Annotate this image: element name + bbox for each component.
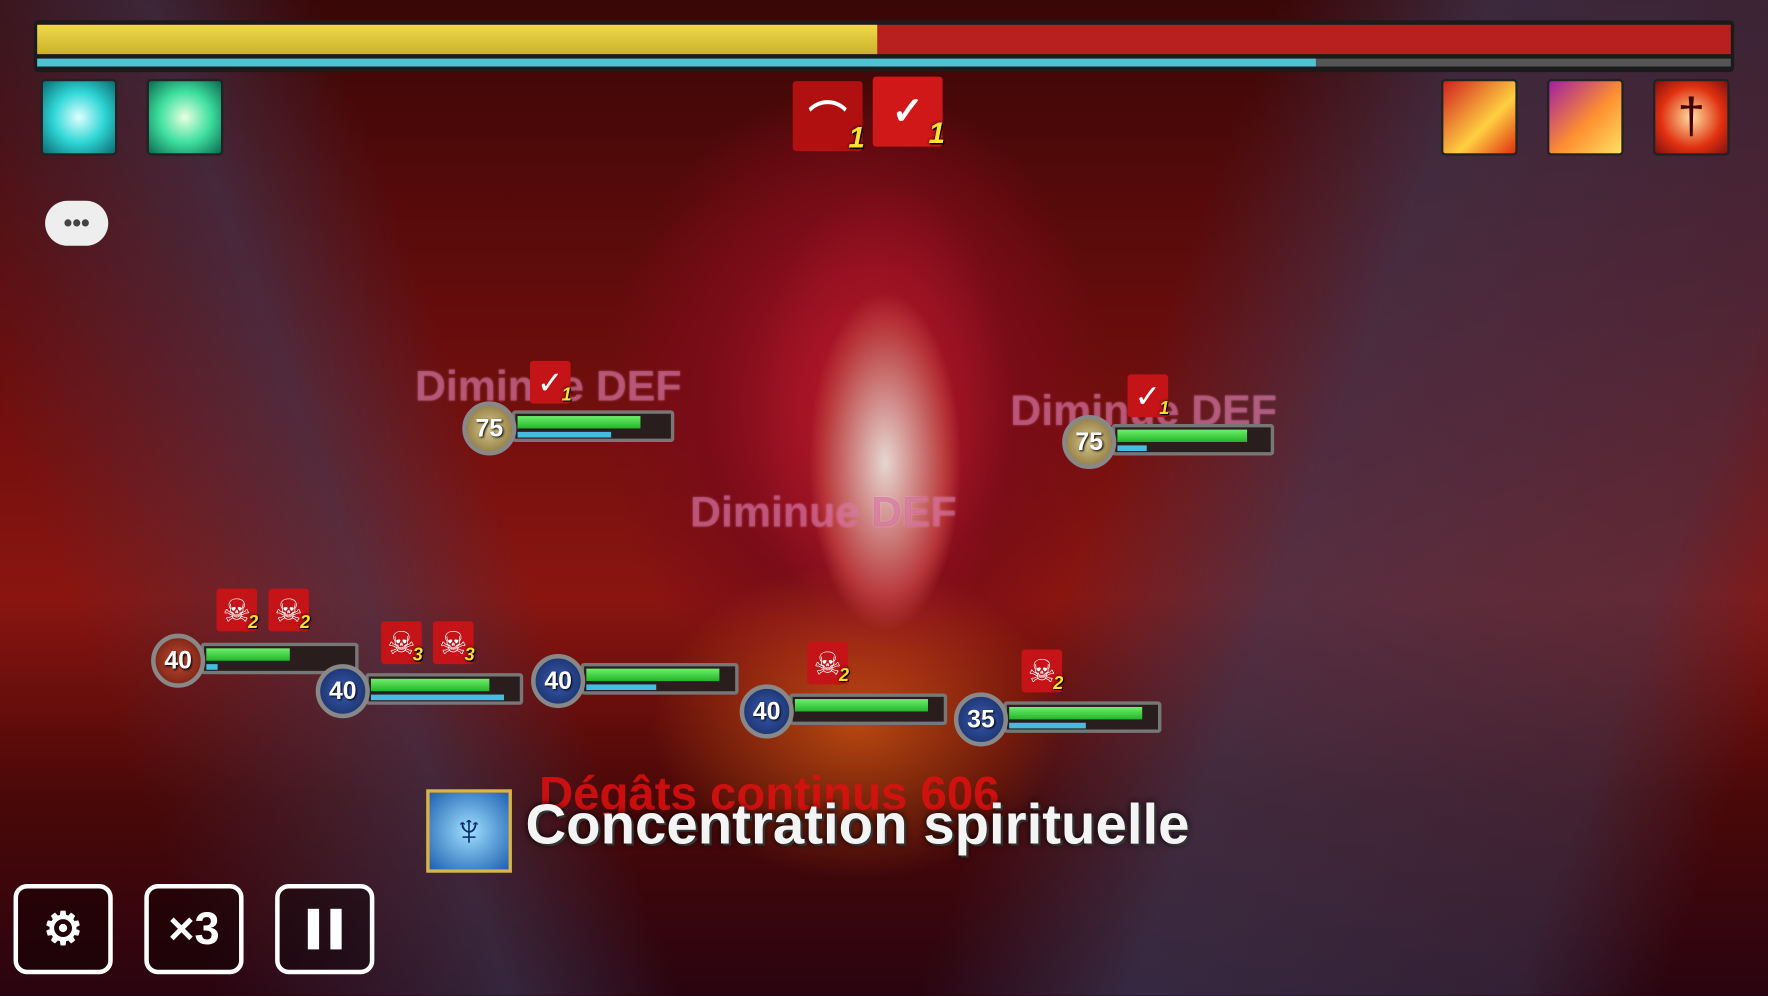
skull-icon: ☠ 2 bbox=[807, 641, 850, 686]
defense-break-icon: ✓ 1 bbox=[1127, 374, 1170, 419]
green-wings-icon[interactable] bbox=[146, 78, 224, 156]
speed-button[interactable]: ×3 bbox=[144, 883, 244, 975]
speed-label: ×3 bbox=[168, 903, 220, 954]
mana-fill bbox=[370, 694, 505, 701]
skull-icon: ☠ 2 bbox=[216, 588, 259, 633]
hp-fill bbox=[1117, 429, 1248, 442]
debuff-count: 3 bbox=[412, 646, 423, 666]
hp-fill bbox=[370, 678, 490, 692]
sword-icon[interactable]: † bbox=[1652, 78, 1730, 156]
ally-unit[interactable]: ☠ 2 40 bbox=[739, 641, 966, 752]
chat-button[interactable]: ••• bbox=[45, 200, 109, 246]
debuff-count: 3 bbox=[464, 646, 475, 666]
ally-unit[interactable]: ☠ 2 35 bbox=[953, 649, 1180, 760]
skill-name-banner: Concentration spirituelle bbox=[525, 792, 1190, 856]
boss-health-bar bbox=[33, 20, 1735, 73]
floating-text: Diminue DEF bbox=[690, 489, 957, 537]
settings-button[interactable]: ⚙ bbox=[13, 883, 113, 975]
level-badge: 40 bbox=[151, 633, 206, 688]
level-badge: 75 bbox=[462, 401, 517, 456]
boss-hp-fill bbox=[37, 24, 878, 55]
skull-icon: ☠ 2 bbox=[268, 588, 311, 633]
mana-fill bbox=[586, 684, 657, 691]
skull-icon: ☠ 3 bbox=[432, 621, 475, 666]
debuff-count: 2 bbox=[839, 666, 850, 686]
level-badge: 40 bbox=[739, 684, 794, 739]
skill-icon: ♆ bbox=[426, 789, 512, 873]
dragon-boss bbox=[721, 124, 1049, 711]
debuff-count: 1 bbox=[1159, 399, 1170, 419]
debuff-count: 1 bbox=[561, 385, 572, 405]
level-badge: 40 bbox=[531, 653, 586, 709]
dragon-breath-icon[interactable] bbox=[1441, 78, 1518, 156]
mana-fill bbox=[1009, 722, 1086, 729]
debuff-count: 2 bbox=[248, 613, 259, 633]
pause-button[interactable] bbox=[275, 883, 375, 975]
enemy-unit[interactable]: ✓ 1 75 bbox=[462, 360, 688, 469]
mana-fill bbox=[517, 431, 612, 438]
level-badge: 35 bbox=[953, 692, 1009, 747]
hp-fill bbox=[586, 668, 720, 682]
enemy-unit[interactable]: ✓ 1 75 bbox=[1062, 374, 1288, 483]
hp-fill bbox=[794, 699, 928, 712]
chat-icon: ••• bbox=[63, 208, 90, 237]
mana-fill bbox=[206, 664, 218, 670]
dragon-roar-icon[interactable] bbox=[1546, 78, 1624, 156]
buff-count: 1 bbox=[928, 116, 945, 150]
hp-fill bbox=[206, 648, 290, 661]
skull-icon: ☠ 3 bbox=[381, 621, 423, 666]
boss-mana-fill bbox=[37, 58, 1316, 67]
mana-fill bbox=[1117, 445, 1147, 452]
skull-icon: ☠ 2 bbox=[1021, 649, 1064, 694]
debuff-count: 2 bbox=[300, 613, 311, 633]
bat-wing-icon: ⌒ 1 bbox=[792, 81, 865, 154]
cyan-spark-icon[interactable] bbox=[40, 78, 118, 156]
ally-unit[interactable]: 40 bbox=[531, 653, 757, 722]
debuff-count: 2 bbox=[1053, 674, 1064, 694]
pause-icon bbox=[307, 908, 342, 950]
level-badge: 40 bbox=[315, 664, 370, 719]
hp-fill bbox=[517, 416, 641, 429]
buff-count: 1 bbox=[848, 120, 865, 155]
hp-fill bbox=[1009, 706, 1143, 720]
ally-unit[interactable]: ☠ 3 ☠ 3 40 bbox=[315, 621, 542, 732]
level-badge: 75 bbox=[1062, 414, 1117, 470]
gear-icon: ⚙ bbox=[42, 904, 84, 954]
battle-screen: ⌒ 1 ✓ 1 † ••• Diminue DEF Diminue DEF Dimi… bbox=[0, 0, 1768, 996]
defense-break-icon: ✓ 1 bbox=[872, 76, 945, 150]
defense-break-icon: ✓ 1 bbox=[529, 360, 572, 405]
